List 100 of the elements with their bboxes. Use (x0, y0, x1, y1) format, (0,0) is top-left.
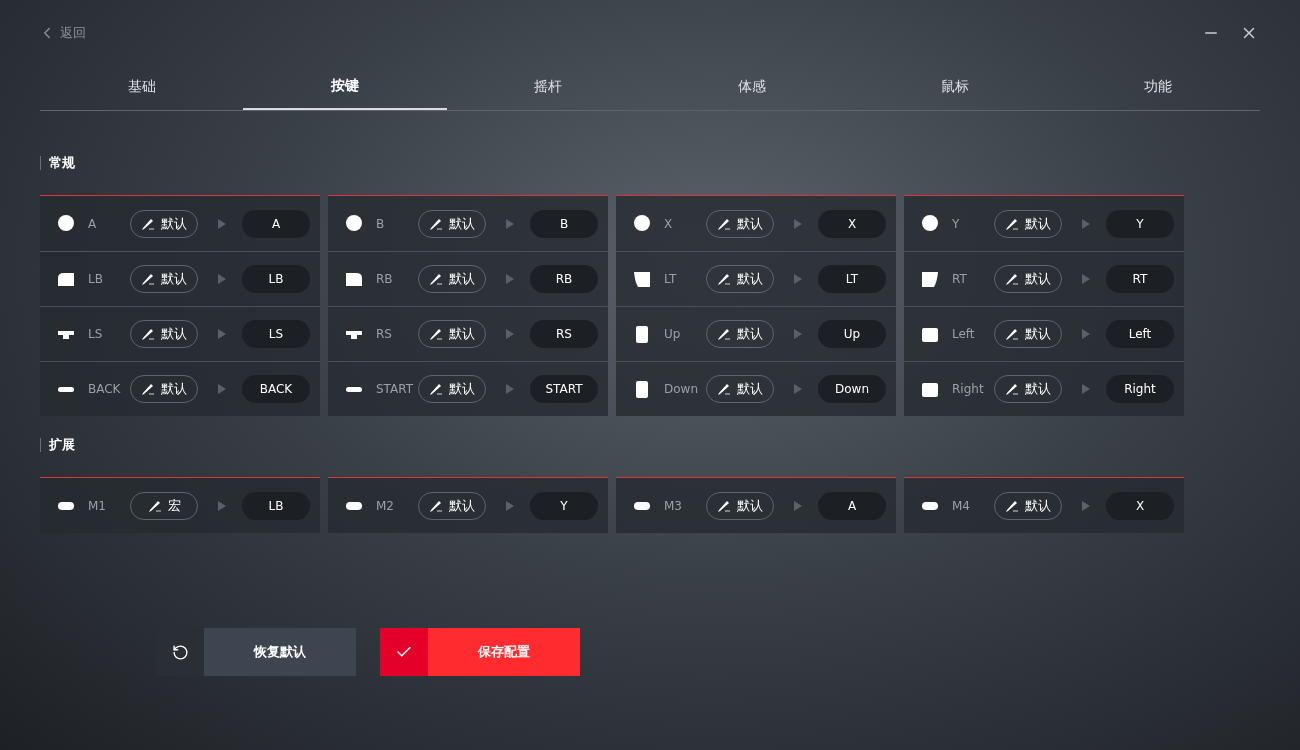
tab[interactable]: 体感 (650, 62, 854, 110)
target-key-button[interactable]: LS (242, 320, 310, 348)
edit-icon (141, 216, 155, 231)
back-button[interactable]: 返回 (38, 23, 86, 43)
play-arrow-icon (506, 329, 514, 339)
button-shape-icon (344, 385, 364, 393)
target-key-button[interactable]: LB (242, 491, 310, 520)
play-arrow-icon (1082, 384, 1090, 394)
key-label: LT (664, 271, 678, 288)
play-arrow-icon (1082, 329, 1090, 339)
target-key-button[interactable]: Up (818, 320, 886, 348)
edit-icon (141, 382, 155, 396)
play-arrow-icon (218, 218, 226, 229)
button-shape-icon (344, 500, 364, 511)
edit-icon (429, 382, 443, 396)
button-shape-icon (56, 500, 76, 511)
section-title: 常规 (49, 154, 75, 173)
target-key-button[interactable]: A (242, 209, 310, 238)
section-title: 扩展 (49, 436, 75, 455)
key-label: M2 (376, 497, 395, 515)
target-key-button[interactable]: LT (818, 265, 886, 293)
button-shape-icon (920, 214, 940, 233)
target-key-button[interactable]: Down (818, 375, 886, 403)
target-key-button[interactable]: Y (530, 491, 598, 520)
edit-icon (1005, 272, 1019, 286)
edit-icon (429, 327, 443, 341)
tab[interactable]: 摇杆 (446, 62, 650, 110)
tab[interactable]: 鼠标 (853, 62, 1057, 110)
play-arrow-icon (506, 500, 514, 511)
save-button[interactable]: 保存配置 (380, 628, 580, 676)
target-key-button[interactable]: Right (1106, 375, 1174, 403)
reset-button[interactable]: 恢复默认 (156, 628, 356, 676)
edit-icon (717, 216, 731, 231)
edit-icon (1005, 382, 1019, 396)
button-shape-icon (632, 269, 652, 289)
key-label: Y (952, 215, 961, 233)
play-arrow-icon (218, 384, 226, 394)
key-label: START (376, 381, 415, 398)
play-arrow-icon (218, 500, 226, 511)
play-arrow-icon (794, 329, 802, 339)
target-key-button[interactable]: Left (1106, 320, 1174, 348)
target-key-button[interactable]: RT (1106, 265, 1174, 293)
edit-icon (717, 382, 731, 396)
target-key-button[interactable]: A (818, 491, 886, 520)
tab[interactable]: 按键 (243, 62, 447, 110)
button-shape-icon (632, 214, 652, 233)
target-key-button[interactable]: START (530, 375, 598, 403)
key-label: LB (88, 271, 104, 288)
button-shape-icon (920, 269, 940, 289)
button-shape-icon (632, 500, 652, 511)
button-shape-icon (56, 214, 76, 233)
key-label: M1 (88, 497, 107, 515)
button-shape-icon (920, 500, 940, 511)
play-arrow-icon (794, 500, 802, 511)
reset-icon (171, 643, 189, 661)
target-key-button[interactable]: RS (530, 320, 598, 348)
key-label: M3 (664, 497, 683, 515)
edit-icon (429, 272, 443, 286)
key-label: RT (952, 271, 968, 288)
edit-icon (1005, 216, 1019, 231)
key-label: Up (664, 326, 682, 343)
target-key-button[interactable]: LB (242, 265, 310, 293)
target-key-button[interactable]: RB (530, 265, 598, 293)
button-shape-icon (56, 385, 76, 393)
key-label: B (376, 215, 386, 233)
edit-icon (1005, 498, 1019, 513)
play-arrow-icon (218, 329, 226, 339)
play-arrow-icon (1082, 500, 1090, 511)
target-key-button[interactable]: X (818, 209, 886, 238)
play-arrow-icon (1082, 218, 1090, 229)
play-arrow-icon (1082, 274, 1090, 284)
key-label: RS (376, 326, 393, 343)
play-arrow-icon (506, 384, 514, 394)
key-label: Right (952, 381, 985, 398)
edit-icon (1005, 327, 1019, 341)
key-label: Left (952, 326, 976, 343)
key-label: Down (664, 381, 699, 398)
target-key-button[interactable]: X (1106, 491, 1174, 520)
play-arrow-icon (794, 218, 802, 229)
play-arrow-icon (218, 274, 226, 284)
key-label: A (88, 215, 98, 233)
edit-icon (717, 272, 731, 286)
edit-icon (141, 272, 155, 286)
key-label: BACK (88, 381, 122, 398)
edit-icon (147, 498, 162, 513)
target-key-button[interactable]: B (530, 209, 598, 238)
play-arrow-icon (794, 274, 802, 284)
play-arrow-icon (794, 384, 802, 394)
key-label: RB (376, 271, 394, 288)
key-label: X (664, 215, 674, 233)
edit-icon (717, 498, 731, 513)
edit-icon (429, 216, 443, 231)
target-key-button[interactable]: BACK (242, 375, 310, 403)
target-key-button[interactable]: Y (1106, 209, 1174, 238)
edit-icon (429, 498, 443, 513)
tab[interactable]: 基础 (40, 62, 244, 110)
button-shape-icon (344, 214, 364, 233)
edit-icon (141, 327, 155, 341)
tab[interactable]: 功能 (1056, 62, 1260, 110)
play-arrow-icon (506, 274, 514, 284)
